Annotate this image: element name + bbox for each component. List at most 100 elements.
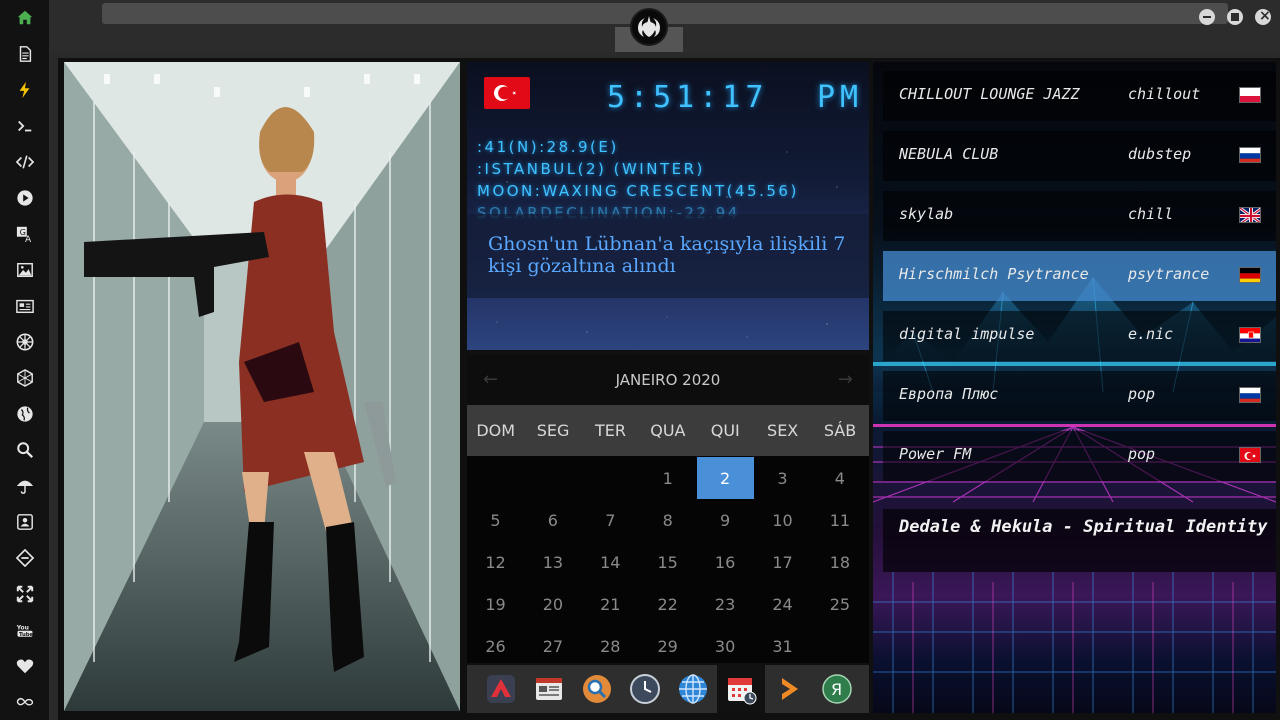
galactic-empire-icon[interactable] <box>13 330 37 354</box>
clock-app-icon[interactable] <box>621 665 669 713</box>
globe-icon[interactable] <box>13 402 37 426</box>
play-icon[interactable] <box>13 186 37 210</box>
news-ticker[interactable]: Ghosn'un Lübnan'a kaçışıyla ilişkili 7 k… <box>467 214 869 298</box>
svg-text:Я: Я <box>831 680 842 699</box>
desktop: GA You Tube × 5:51:17 PM:41(N):28.9(E) … <box>0 0 1280 720</box>
home-icon[interactable] <box>13 6 37 30</box>
radio-station-name: Hirschmilch Psytrance <box>899 265 1089 283</box>
launcher-icon[interactable] <box>477 665 525 713</box>
link-icon[interactable] <box>13 546 37 570</box>
terminal-icon[interactable] <box>13 114 37 138</box>
calendar-day[interactable]: 25 <box>811 583 868 625</box>
radio-station-name: skylab <box>899 205 954 223</box>
calendar-day[interactable]: 12 <box>467 541 524 583</box>
calendar-day[interactable]: 13 <box>524 541 581 583</box>
weekday-label: SEX <box>767 421 799 440</box>
calendar-day[interactable]: 19 <box>467 583 524 625</box>
radio-station-row[interactable]: skylab chill <box>883 191 1276 241</box>
wallpaper-photo <box>64 62 460 711</box>
now-playing-panel: Dedale & Hekula - Spiritual Identity <box>883 509 1276 572</box>
image-icon[interactable] <box>13 258 37 282</box>
calendar-day[interactable]: 29 <box>639 625 696 667</box>
calendar-day[interactable]: 3 <box>754 457 811 499</box>
calendar-day[interactable]: 10 <box>754 499 811 541</box>
calendar-day[interactable]: 18 <box>811 541 868 583</box>
expand-icon[interactable] <box>13 582 37 606</box>
radio-station-name: Европа Плюс <box>899 385 999 403</box>
heart-icon[interactable] <box>13 654 37 678</box>
close-button[interactable] <box>1255 8 1271 25</box>
app-sidebar: GA You Tube <box>0 0 50 720</box>
maximize-button[interactable] <box>1227 9 1243 25</box>
hexagon-icon[interactable] <box>13 366 37 390</box>
bolt-icon[interactable] <box>13 78 37 102</box>
weekday-label: SEG <box>536 421 570 440</box>
calendar-day[interactable]: 31 <box>754 625 811 667</box>
radio-station-row[interactable]: digital impulse e.nic <box>883 311 1276 361</box>
calendar-day[interactable]: 9 <box>697 499 754 541</box>
germany-flag-icon <box>1239 267 1261 283</box>
search-icon[interactable] <box>13 438 37 462</box>
radio-station-row[interactable]: NEBULA CLUB dubstep <box>883 131 1276 181</box>
calendar-day[interactable]: 4 <box>811 457 868 499</box>
weekday-label: SÁB <box>823 421 857 440</box>
calendar-day[interactable]: 8 <box>639 499 696 541</box>
yandex-icon[interactable]: Я <box>813 665 861 713</box>
calendar-day[interactable]: 1 <box>639 457 696 499</box>
umbrella-icon[interactable] <box>13 474 37 498</box>
calendar-day[interactable]: 16 <box>697 541 754 583</box>
radio-station-row[interactable]: Европа Плюс pop <box>883 371 1276 421</box>
calendar-day[interactable]: 17 <box>754 541 811 583</box>
calendar-day[interactable]: 30 <box>697 625 754 667</box>
calendar-day[interactable]: 28 <box>582 625 639 667</box>
youtube-icon[interactable]: You Tube <box>13 618 37 642</box>
calendar-day[interactable]: 7 <box>582 499 639 541</box>
news-headline[interactable]: Ghosn'un Lübnan'a kaçışıyla ilişkili 7 k… <box>488 233 858 277</box>
radio-station-name: digital impulse <box>899 325 1035 343</box>
previous-month-icon[interactable]: ← <box>483 369 498 390</box>
translate-icon[interactable]: GA <box>13 222 37 246</box>
next-month-icon[interactable]: → <box>838 369 853 390</box>
calendar-day[interactable]: 11 <box>811 499 868 541</box>
radio-station-row[interactable]: Hirschmilch Psytrance psytrance <box>883 251 1276 301</box>
radio-station-genre: pop <box>1128 445 1156 463</box>
radio-station-name: Power FM <box>899 445 972 463</box>
calendar-day[interactable]: 6 <box>524 499 581 541</box>
newspaper-icon[interactable] <box>13 294 37 318</box>
calendar-day[interactable]: 20 <box>524 583 581 625</box>
uk-flag-icon <box>1239 207 1261 223</box>
weekday-label: QUI <box>710 421 740 440</box>
svg-text:A: A <box>25 235 32 243</box>
radio-station-genre: chill <box>1128 205 1174 223</box>
calendar-day[interactable]: 14 <box>582 541 639 583</box>
search-app-icon[interactable] <box>573 665 621 713</box>
document-icon[interactable] <box>13 42 37 66</box>
radio-station-row[interactable]: Power FM pop <box>883 431 1276 481</box>
news-reader-icon[interactable] <box>525 665 573 713</box>
calendar-app-icon[interactable] <box>717 665 765 713</box>
rebel-alliance-icon[interactable] <box>630 8 668 46</box>
russia-flag-icon <box>1239 387 1261 403</box>
radio-station-genre: dubstep <box>1128 145 1192 163</box>
radio-station-name: NEBULA CLUB <box>899 145 999 163</box>
media-player-icon[interactable] <box>765 665 813 713</box>
radio-station-name: CHILLOUT LOUNGE JAZZ <box>899 85 1080 103</box>
code-icon[interactable] <box>13 150 37 174</box>
browser-globe-icon[interactable] <box>669 665 717 713</box>
calendar-day[interactable]: 23 <box>697 583 754 625</box>
calendar-day[interactable]: 24 <box>754 583 811 625</box>
calendar-day-today[interactable]: 2 <box>696 457 754 499</box>
infinity-icon[interactable] <box>13 690 37 714</box>
calendar-day[interactable]: 26 <box>467 625 524 667</box>
calendar-day[interactable]: 27 <box>524 625 581 667</box>
calendar-widget: ← JANEIRO 2020 → DOM SEG TER QUA QUI SEX SÁB 1… <box>467 355 869 663</box>
calendar-day[interactable]: 21 <box>582 583 639 625</box>
calendar-day[interactable]: 22 <box>639 583 696 625</box>
calendar-day[interactable]: 15 <box>639 541 696 583</box>
minimize-button[interactable] <box>1199 9 1215 25</box>
calendar-day[interactable]: 5 <box>467 499 524 541</box>
turkey-flag-icon <box>1239 447 1261 463</box>
radio-station-row[interactable]: CHILLOUT LOUNGE JAZZ chillout <box>883 71 1276 121</box>
moon-phase-text: MOON:WAXING CRESCENT(45.56) <box>477 182 799 200</box>
contact-card-icon[interactable] <box>13 510 37 534</box>
